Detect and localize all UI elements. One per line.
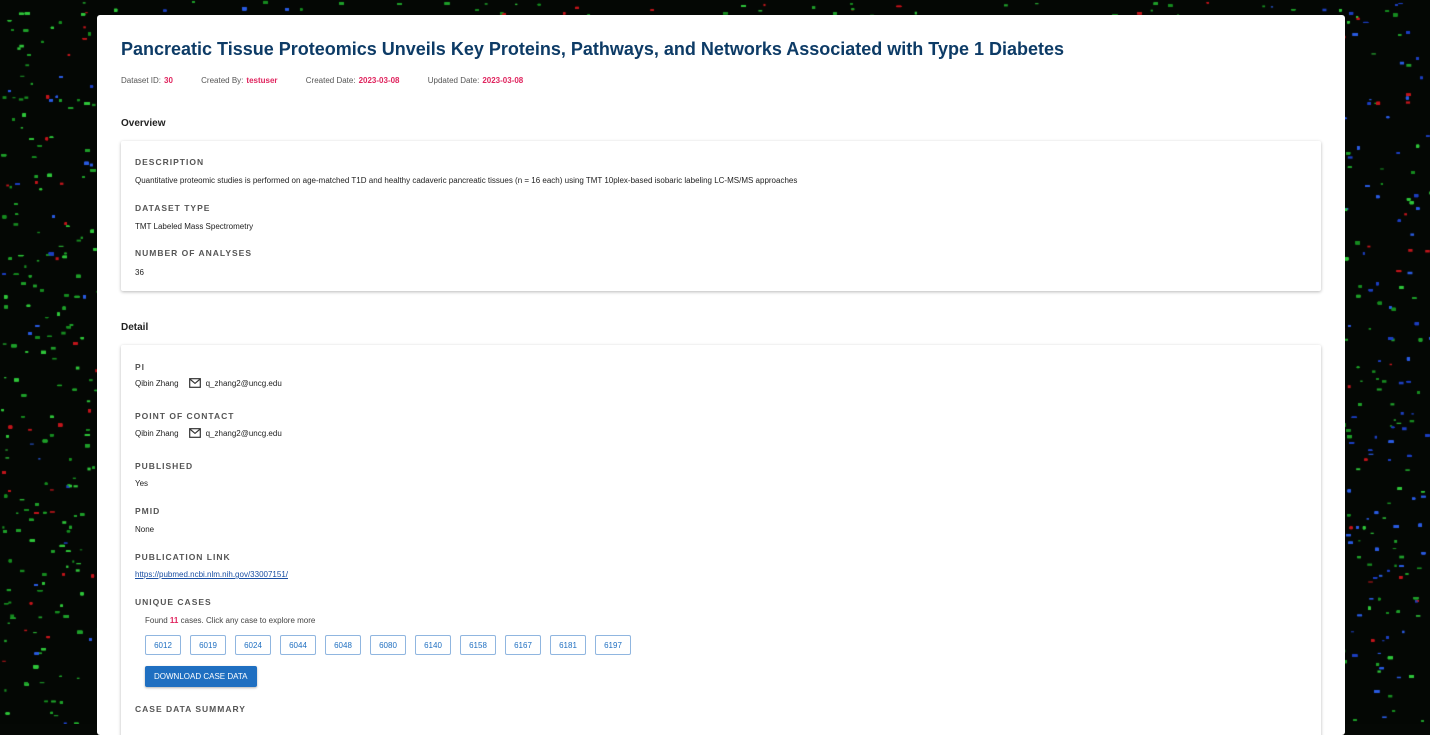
- num-analyses-label: NUMBER OF ANALYSES: [135, 248, 253, 258]
- case-button-6012[interactable]: 6012: [145, 635, 181, 655]
- description-label: DESCRIPTION: [135, 157, 205, 167]
- publication-link[interactable]: https://pubmed.ncbi.nlm.nih.gov/33007151…: [135, 570, 288, 579]
- poc-name: Qibin Zhang: [135, 428, 179, 438]
- published-value: Yes: [135, 479, 149, 488]
- mail-icon: [188, 428, 201, 438]
- case-button-6044[interactable]: 6044: [280, 635, 316, 655]
- page-title: Pancreatic Tissue Proteomics Unveils Key…: [121, 39, 1065, 59]
- description-text: Quantitative proteomic studies is perfor…: [135, 176, 798, 185]
- mail-icon: [188, 378, 201, 388]
- case-button-6080[interactable]: 6080: [370, 635, 406, 655]
- unique-cases-label: UNIQUE CASES: [135, 597, 212, 607]
- case-button-6024[interactable]: 6024: [235, 635, 271, 655]
- meta-created-by: Created By: testuser: [201, 76, 278, 85]
- dataset-type-value: TMT Labeled Mass Spectrometry: [135, 222, 254, 231]
- pi-contact: Qibin Zhang q_zhang2@uncg.edu: [135, 378, 282, 388]
- dataset-card: Pancreatic Tissue Proteomics Unveils Key…: [97, 15, 1345, 735]
- poc-contact: Qibin Zhang q_zhang2@uncg.edu: [135, 428, 282, 438]
- pmid-label: PMID: [135, 506, 161, 516]
- case-button-6197[interactable]: 6197: [595, 635, 631, 655]
- dataset-meta: Dataset ID: 30 Created By: testuser Create…: [121, 76, 549, 85]
- overview-heading: Overview: [121, 118, 166, 129]
- dataset-type-label: DATASET TYPE: [135, 203, 211, 213]
- pi-label: PI: [135, 362, 146, 372]
- meta-dataset-id: Dataset ID: 30: [121, 76, 173, 85]
- poc-email[interactable]: q_zhang2@uncg.edu: [206, 429, 282, 438]
- case-button-6140[interactable]: 6140: [415, 635, 451, 655]
- meta-updated-date: Updated Date: 2023-03-08: [427, 76, 524, 85]
- case-button-6181[interactable]: 6181: [550, 635, 586, 655]
- pi-email[interactable]: q_zhang2@uncg.edu: [206, 379, 282, 388]
- case-button-6048[interactable]: 6048: [325, 635, 361, 655]
- case-data-summary-label: CASE DATA SUMMARY: [135, 704, 246, 714]
- poc-label: POINT OF CONTACT: [135, 411, 235, 421]
- num-analyses-value: 36: [135, 268, 144, 277]
- meta-created-date: Created Date: 2023-03-08: [305, 76, 400, 85]
- found-count: 11: [169, 616, 179, 625]
- detail-panel: PI Qibin Zhang q_zhang2@uncg.edu POINT O…: [121, 345, 1321, 735]
- pi-name: Qibin Zhang: [135, 378, 179, 388]
- download-case-data-button[interactable]: DOWNLOAD CASE DATA: [145, 666, 257, 687]
- pmid-value: None: [135, 525, 155, 534]
- found-cases-text: Found 11 cases. Click any case to explor…: [145, 616, 316, 625]
- published-label: PUBLISHED: [135, 461, 194, 471]
- case-button-6167[interactable]: 6167: [505, 635, 541, 655]
- case-buttons: 6012 6019 6024 6044 6048 6080 6140 6158 …: [145, 635, 640, 655]
- case-button-6158[interactable]: 6158: [460, 635, 496, 655]
- case-button-6019[interactable]: 6019: [190, 635, 226, 655]
- detail-heading: Detail: [121, 322, 149, 333]
- overview-panel: DESCRIPTION Quantitative proteomic studi…: [121, 141, 1321, 291]
- publication-link-label: PUBLICATION LINK: [135, 552, 231, 562]
